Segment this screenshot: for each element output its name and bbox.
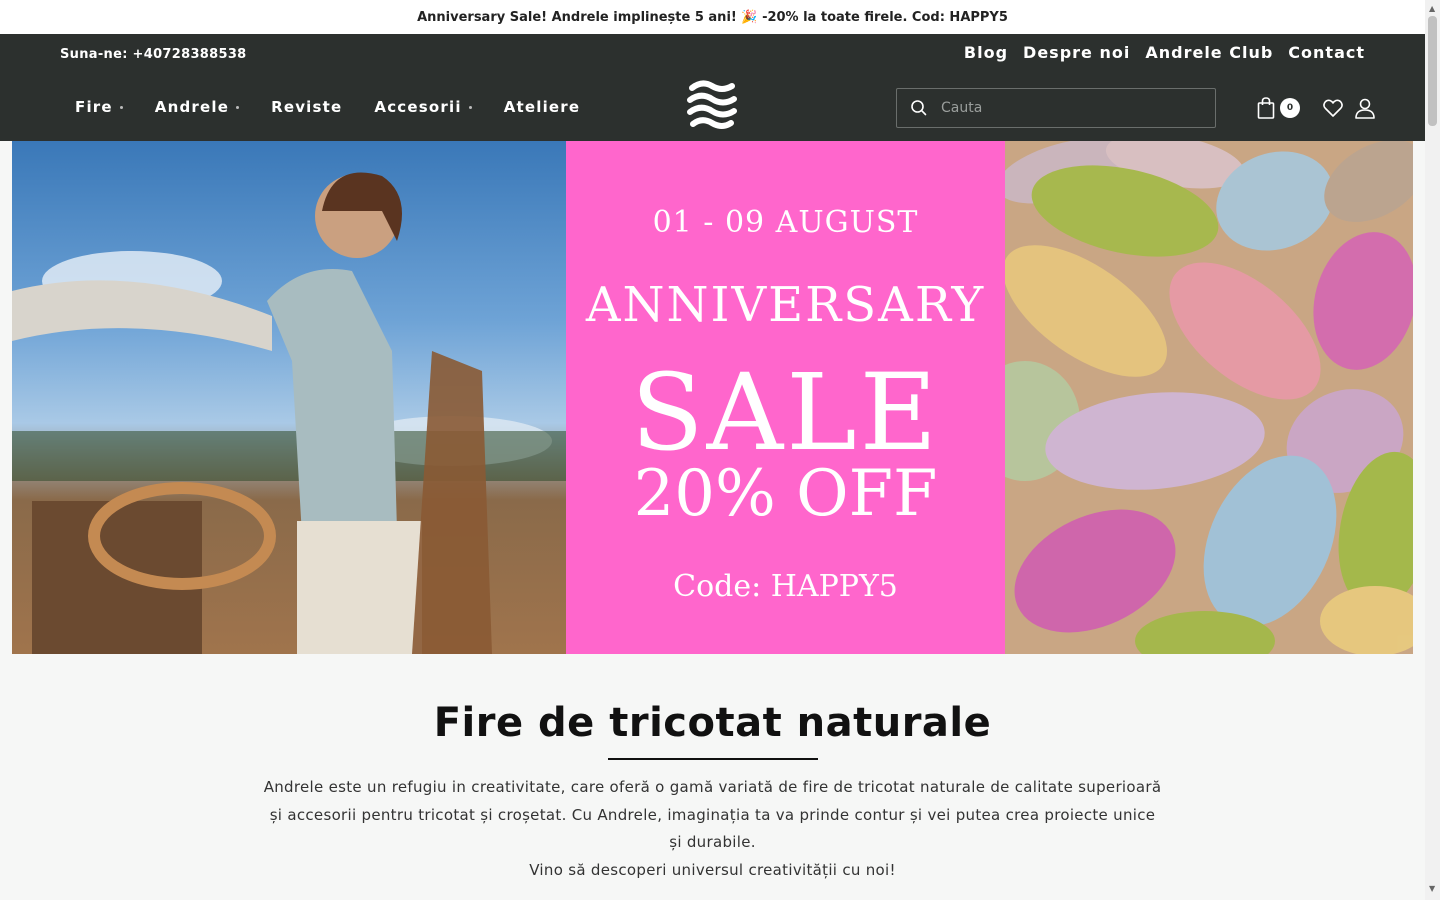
- top-links: Blog Despre noi Andrele Club Contact: [964, 43, 1365, 62]
- andrele-logo-icon[interactable]: [686, 78, 738, 132]
- phone-number[interactable]: Suna-ne: +40728388538: [60, 47, 247, 62]
- nav-label: Ateliere: [503, 98, 581, 116]
- cart-button[interactable]: 0: [1256, 96, 1300, 120]
- user-icon[interactable]: [1354, 97, 1376, 119]
- sale-code: Code: HAPPY5: [673, 569, 898, 604]
- sale-discount: 20% OFF: [633, 457, 938, 531]
- nav-item-ateliere[interactable]: Ateliere: [504, 98, 581, 116]
- top-link-contact[interactable]: Contact: [1288, 43, 1365, 62]
- top-link-andrele-club[interactable]: Andrele Club: [1145, 43, 1273, 62]
- top-link-blog[interactable]: Blog: [964, 43, 1008, 62]
- top-link-despre-noi[interactable]: Despre noi: [1023, 43, 1130, 62]
- nav-item-fire[interactable]: Fire: [75, 98, 123, 116]
- main-nav: Fire Andrele Reviste Accesorii Ateliere: [75, 98, 612, 116]
- sale-panel: 01 - 09 AUGUST ANNIVERSARY SALE 20% OFF …: [566, 141, 1005, 654]
- sale-heading: ANNIVERSARY: [585, 277, 986, 333]
- sale-date: 01 - 09 AUGUST: [652, 205, 919, 240]
- nav-label: Accesorii: [374, 98, 462, 116]
- search-box: [896, 88, 1216, 128]
- dropdown-dot-icon: [236, 105, 240, 109]
- scroll-up-arrow-icon[interactable]: ▲: [1429, 4, 1435, 13]
- intro-cta-text: Vino să descoperi universul creativități…: [529, 860, 896, 879]
- nav-label: Andrele: [154, 98, 230, 116]
- nav-label: Fire: [75, 98, 113, 116]
- shopping-bag-icon: [1257, 97, 1275, 119]
- boat-scene-image: [12, 172, 566, 654]
- scrollbar-thumb[interactable]: [1428, 16, 1437, 126]
- dropdown-dot-icon: [119, 105, 123, 109]
- announcement-bar: Anniversary Sale! Andrele implinește 5 a…: [0, 0, 1425, 34]
- intro-title: Fire de tricotat naturale: [433, 700, 992, 746]
- search-icon[interactable]: [909, 98, 929, 118]
- nav-item-reviste[interactable]: Reviste: [271, 98, 342, 116]
- nav-item-andrele[interactable]: Andrele: [154, 98, 240, 116]
- nav-item-accesorii[interactable]: Accesorii: [374, 98, 472, 116]
- page-scrollbar[interactable]: ▲ ▼: [1425, 0, 1440, 900]
- site-header: Suna-ne: +40728388538 Blog Despre noi An…: [0, 34, 1425, 141]
- hero-photo-yarn-skeins: [1005, 141, 1413, 654]
- sale-word: SALE: [631, 351, 940, 474]
- heart-icon[interactable]: [1322, 97, 1344, 119]
- header-icons: 0: [1256, 96, 1376, 120]
- dropdown-dot-icon: [468, 105, 472, 109]
- cart-count-badge: 0: [1280, 98, 1300, 118]
- intro-paragraph: Andrele este un refugiu in creativitate,…: [263, 778, 1162, 851]
- title-underline: [607, 758, 818, 760]
- hero-banner[interactable]: 01 - 09 AUGUST ANNIVERSARY SALE 20% OFF …: [12, 141, 1413, 654]
- scroll-down-arrow-icon[interactable]: ▼: [1429, 884, 1435, 893]
- search-input[interactable]: [941, 100, 1201, 116]
- nav-label: Reviste: [271, 98, 343, 116]
- hero-photo-woman-on-boat: [12, 141, 566, 654]
- yarn-skeins-image: [1005, 141, 1413, 654]
- announcement-text: Anniversary Sale! Andrele implinește 5 a…: [417, 9, 1008, 25]
- intro-section: Fire de tricotat naturale Andrele este u…: [0, 654, 1425, 884]
